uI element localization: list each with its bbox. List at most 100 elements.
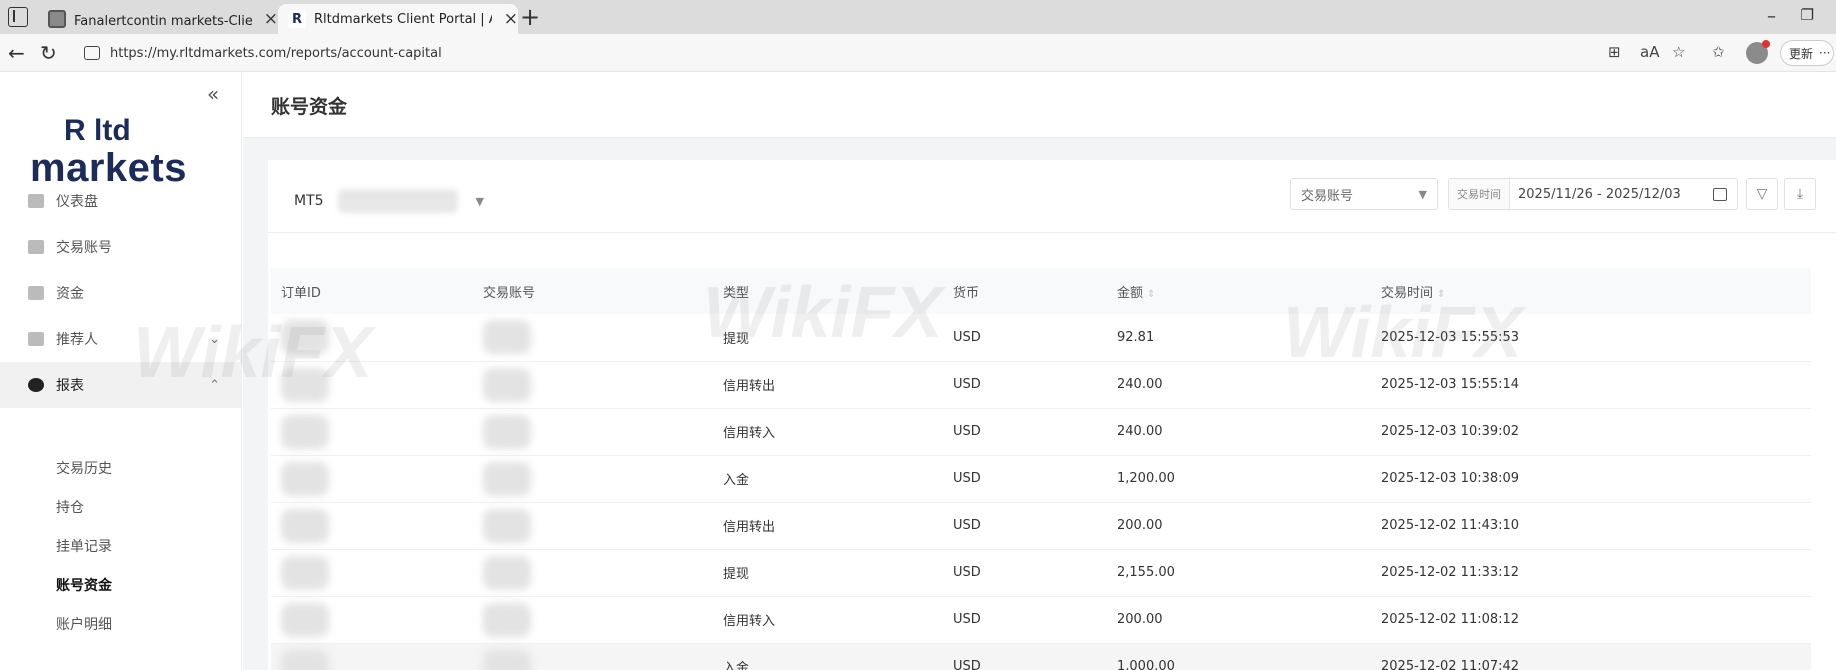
users-icon — [28, 332, 44, 346]
type-cell: 入金 — [713, 643, 943, 670]
date-range-value: 2025/11/26 - 2025/12/03 — [1518, 186, 1681, 202]
table-row: 信用转出 USD 200.00 2025-12-02 11:43:10 — [271, 502, 1811, 550]
browser-tab-bar: Fanalertcontin markets-Client 登 × R Rltd… — [0, 0, 1836, 34]
table-row: 提现 USD 2,155.00 2025-12-02 11:33:12 — [271, 549, 1811, 597]
new-tab-icon[interactable]: + — [520, 3, 540, 31]
column-header-type[interactable]: 类型 — [713, 268, 943, 314]
time-cell: 2025-12-03 15:55:14 — [1371, 361, 1811, 409]
time-cell: 2025-12-02 11:43:10 — [1371, 502, 1811, 550]
redacted-account — [483, 461, 531, 496]
sidebar-item-dashboard[interactable]: 仪表盘 — [0, 178, 242, 224]
split-screen-icon[interactable]: ⊞ — [1608, 43, 1621, 61]
sidebar-subitem-positions[interactable]: 持仓 — [56, 497, 84, 517]
update-button[interactable]: 更新 ··· — [1780, 40, 1834, 66]
capital-table: 订单ID 交易账号 类型 货币 金额 ⇕ 交易时间 ⇕ 提现 USD 92.81 2025… — [271, 268, 1811, 670]
order-id-cell — [271, 643, 473, 670]
close-tab-icon[interactable]: × — [504, 9, 518, 29]
sidebar-subitem-account-details[interactable]: 账户明细 — [56, 614, 112, 634]
redacted-account — [483, 367, 531, 402]
sidebar-subitem-pending-orders[interactable]: 挂单记录 — [56, 536, 112, 556]
restore-icon[interactable]: ❐ — [1801, 6, 1814, 24]
type-cell: 提现 — [713, 549, 943, 597]
account-cell — [473, 549, 713, 597]
currency-cell: USD — [943, 361, 1107, 409]
sidebar-item-label: 仪表盘 — [56, 194, 98, 210]
minimize-icon[interactable]: – — [1767, 6, 1776, 27]
order-id-cell — [271, 549, 473, 597]
read-aloud-icon[interactable]: aA — [1640, 43, 1659, 61]
refresh-icon[interactable]: ↻ — [40, 41, 57, 65]
amount-cell: 240.00 — [1107, 408, 1371, 456]
collapse-sidebar-icon[interactable]: « — [207, 82, 219, 106]
table-row: 信用转出 USD 240.00 2025-12-03 15:55:14 — [271, 361, 1811, 409]
amount-cell: 1,200.00 — [1107, 455, 1371, 503]
sidebar-subitem-account-capital[interactable]: 账号资金 — [56, 575, 112, 595]
sidebar-item-funds[interactable]: 资金 — [0, 270, 242, 316]
redacted-account-number — [337, 189, 458, 213]
redacted-order-id — [281, 367, 329, 402]
account-cell — [473, 502, 713, 550]
date-range-picker[interactable]: 交易时间 2025/11/26 - 2025/12/03 — [1448, 178, 1738, 210]
sidebar-item-label: 报表 — [56, 378, 84, 394]
column-header-currency[interactable]: 货币 — [943, 268, 1107, 314]
order-id-cell — [271, 596, 473, 644]
page-title: 账号资金 — [271, 96, 348, 118]
download-button[interactable]: ⤓ — [1784, 178, 1816, 210]
tab-favicon-icon — [48, 10, 66, 28]
time-cell: 2025-12-02 11:33:12 — [1371, 549, 1811, 597]
column-header-amount[interactable]: 金额 ⇕ — [1107, 268, 1371, 314]
caret-down-icon: ▼ — [475, 194, 484, 208]
type-cell: 提现 — [713, 314, 943, 362]
account-select[interactable]: MT5 ▼ — [294, 188, 484, 214]
back-icon[interactable]: ← — [8, 41, 25, 65]
page-header: 账号资金 — [243, 72, 1836, 138]
more-icon[interactable]: ··· — [1819, 46, 1830, 60]
redacted-order-id — [281, 508, 329, 543]
amount-cell: 92.81 — [1107, 314, 1371, 362]
trading-account-filter[interactable]: 交易账号 ▼ — [1290, 178, 1438, 210]
time-cell: 2025-12-02 11:07:42 — [1371, 643, 1811, 670]
lock-icon[interactable] — [84, 46, 100, 60]
calendar-icon[interactable] — [1713, 187, 1727, 201]
url-field[interactable]: https://my.rltdmarkets.com/reports/accou… — [78, 39, 1278, 67]
sidebar-subitem-trade-history[interactable]: 交易历史 — [56, 458, 112, 478]
sidebar-item-label: 推荐人 — [56, 332, 98, 348]
type-cell: 信用转入 — [713, 596, 943, 644]
currency-cell: USD — [943, 502, 1107, 550]
address-bar: ← ↻ https://my.rltdmarkets.com/reports/a… — [0, 34, 1836, 72]
table-header-row: 订单ID 交易账号 类型 货币 金额 ⇕ 交易时间 ⇕ — [271, 268, 1811, 314]
time-cell: 2025-12-02 11:08:12 — [1371, 596, 1811, 644]
column-header-account[interactable]: 交易账号 — [473, 268, 713, 314]
sidebar-item-reports[interactable]: 报表 ⌃ — [0, 362, 242, 408]
favorites-list-icon[interactable]: ✩ — [1712, 43, 1725, 61]
table-row: 信用转入 USD 200.00 2025-12-02 11:08:12 — [271, 596, 1811, 644]
column-header-time[interactable]: 交易时间 ⇕ — [1371, 268, 1811, 314]
close-tab-icon[interactable]: × — [264, 9, 278, 29]
tab-actions-icon[interactable] — [8, 7, 28, 27]
sort-icon[interactable]: ⇕ — [1147, 289, 1155, 300]
tab-favicon-icon: R — [288, 10, 306, 28]
sidebar-item-referrer[interactable]: 推荐人 ⌄ — [0, 316, 242, 362]
filter-button[interactable]: ▽ — [1746, 178, 1778, 210]
tab-title: Fanalertcontin markets-Client 登 — [74, 13, 252, 29]
amount-cell: 240.00 — [1107, 361, 1371, 409]
favorite-star-icon[interactable]: ☆ — [1672, 43, 1685, 61]
profile-avatar[interactable] — [1746, 40, 1770, 64]
column-header-order-id[interactable]: 订单ID — [271, 268, 473, 314]
main-content: 账号资金 MT5 ▼ 交易账号 ▼ 交易时间 2025/11/26 - 2025… — [133, 72, 1836, 670]
redacted-order-id — [281, 555, 329, 590]
browser-tab-2-active[interactable]: R Rltdmarkets Client Portal | Accou × — [278, 4, 518, 34]
table-row: 入金 USD 1,200.00 2025-12-03 10:38:09 — [271, 455, 1811, 503]
table-row: 信用转入 USD 240.00 2025-12-03 10:39:02 — [271, 408, 1811, 456]
browser-tab-1[interactable]: Fanalertcontin markets-Client 登 × — [38, 4, 278, 34]
table-row: 入金 USD 1,000.00 2025-12-02 11:07:42 — [271, 643, 1811, 670]
sidebar-item-trading-accounts[interactable]: 交易账号 — [0, 224, 242, 270]
time-cell: 2025-12-03 10:39:02 — [1371, 408, 1811, 456]
account-cell — [473, 643, 713, 670]
redacted-order-id — [281, 320, 329, 355]
time-cell: 2025-12-03 10:38:09 — [1371, 455, 1811, 503]
account-cell — [473, 314, 713, 362]
account-cell — [473, 361, 713, 409]
sort-icon[interactable]: ⇕ — [1437, 289, 1445, 300]
sidebar-item-label: 资金 — [56, 286, 84, 302]
